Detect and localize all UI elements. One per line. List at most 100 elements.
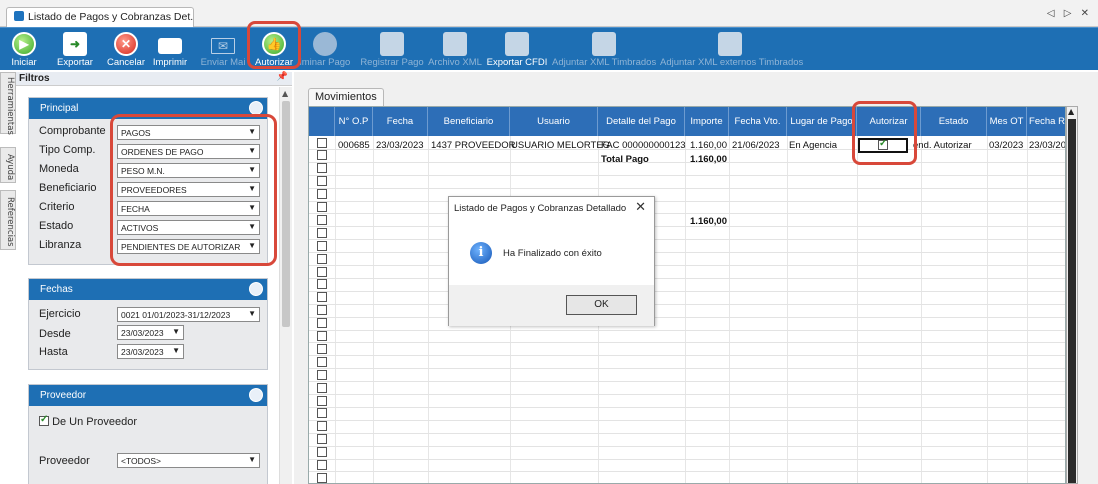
- row-divider: [309, 368, 1065, 370]
- proveedor-select[interactable]: <TODOS> ▼: [117, 453, 260, 468]
- dialog-message: Ha Finalizado con éxito: [503, 248, 602, 259]
- row-select-checkbox[interactable]: [317, 408, 327, 419]
- row-select-checkbox[interactable]: [317, 421, 327, 432]
- column-header[interactable]: N° O.P: [335, 107, 373, 136]
- row-select-checkbox[interactable]: [317, 163, 327, 174]
- scroll-up-icon[interactable]: ▲: [1068, 107, 1074, 116]
- row-select-checkbox[interactable]: [317, 202, 327, 212]
- window-controls[interactable]: ◁ ▷ ✕: [1047, 8, 1092, 19]
- column-header[interactable]: Beneficiario: [428, 107, 510, 136]
- desde-date-picker[interactable]: 23/03/2023 ▼: [117, 325, 184, 340]
- proveedor-label: Proveedor: [39, 455, 90, 467]
- pin-icon[interactable]: 📌: [277, 71, 288, 82]
- row-select-checkbox[interactable]: [317, 343, 327, 354]
- close-icon[interactable]: ✕: [635, 200, 646, 215]
- criterio-label: Criterio: [39, 201, 75, 213]
- row-select-checkbox[interactable]: [317, 395, 327, 406]
- side-tab-herramientas[interactable]: Herramientas: [0, 72, 16, 135]
- cell-fecha-r[interactable]: 23/03/20: [1029, 140, 1065, 151]
- scroll-thumb[interactable]: [282, 101, 290, 327]
- imprimir-button[interactable]: Imprimir: [150, 28, 190, 71]
- scroll-thumb[interactable]: [1068, 119, 1076, 483]
- column-header[interactable]: Fecha R: [1027, 107, 1065, 136]
- row-divider: [309, 303, 1065, 305]
- column-header[interactable]: Usuario: [510, 107, 598, 136]
- row-select-checkbox[interactable]: [317, 356, 327, 367]
- document-tab[interactable]: Listado de Pagos y Cobranzas Det...: [6, 7, 194, 27]
- enviar-mail-button[interactable]: ✉ Enviar Mai: [200, 28, 246, 71]
- de-un-proveedor-checkbox[interactable]: De Un Proveedor: [39, 414, 137, 428]
- row-divider: [309, 316, 1065, 318]
- filters-scrollbar[interactable]: ▲: [279, 87, 292, 484]
- hasta-date-picker[interactable]: 23/03/2023 ▼: [117, 344, 184, 359]
- eliminar-pago-button[interactable]: iminar Pago: [294, 28, 356, 71]
- row-divider: [309, 406, 1065, 408]
- cancel-icon: ✕: [114, 32, 138, 56]
- row-select-checkbox[interactable]: [317, 279, 327, 290]
- cell-beneficiario[interactable]: 1437 PROVEEDOR: [431, 140, 515, 151]
- column-header[interactable]: Importe: [685, 107, 729, 136]
- tab-movimientos[interactable]: Movimientos: [308, 88, 384, 106]
- column-header[interactable]: Lugar de Pago: [787, 107, 857, 136]
- row-select-checkbox[interactable]: [317, 189, 327, 200]
- registrar-pago-button[interactable]: Registrar Pago: [360, 28, 424, 71]
- adjuntar-xml-externos-button[interactable]: Adjuntar XML externos Timbrados: [660, 28, 803, 71]
- row-select-checkbox[interactable]: [317, 382, 327, 393]
- row-select-checkbox[interactable]: [317, 292, 327, 303]
- fechas-header: Fechas: [29, 279, 267, 300]
- row-select-checkbox[interactable]: [317, 266, 327, 277]
- cell-estado[interactable]: end. Autorizar: [913, 140, 986, 151]
- row-select-checkbox[interactable]: [317, 318, 327, 329]
- row-select-checkbox[interactable]: [317, 240, 327, 251]
- row-divider: [309, 200, 1065, 202]
- row-select-checkbox[interactable]: [317, 227, 327, 238]
- cell-mes-ot[interactable]: 03/2023: [989, 140, 1023, 151]
- column-header[interactable]: Detalle del Pago: [598, 107, 685, 136]
- row-select-checkbox[interactable]: [317, 331, 327, 341]
- iniciar-button[interactable]: ▶ Iniciar: [8, 28, 40, 71]
- row-divider: [309, 174, 1065, 176]
- row-select-checkbox[interactable]: [317, 460, 327, 470]
- row-select-checkbox[interactable]: [317, 137, 327, 148]
- collapse-icon[interactable]: [249, 101, 263, 115]
- column-header[interactable]: Fecha Vto.: [729, 107, 787, 136]
- cell-op[interactable]: 000685: [338, 140, 370, 151]
- tipo-comp-label: Tipo Comp.: [39, 144, 96, 156]
- row-divider: [309, 290, 1065, 292]
- side-tab-referencias[interactable]: Referencias: [0, 190, 16, 250]
- cancelar-button[interactable]: ✕ Cancelar: [106, 28, 146, 71]
- checkbox-checked-icon[interactable]: [39, 414, 49, 426]
- cell-importe[interactable]: 1.160,00: [687, 140, 727, 151]
- cell-lugar[interactable]: En Agencia: [789, 140, 837, 151]
- row-select-checkbox[interactable]: [317, 447, 327, 458]
- row-select-checkbox[interactable]: [317, 214, 327, 225]
- cell-usuario[interactable]: USUARIO MELORTEG: [511, 140, 610, 151]
- column-header[interactable]: Fecha: [373, 107, 428, 136]
- column-header[interactable]: Mes OT: [987, 107, 1027, 136]
- cell-fecha[interactable]: 23/03/2023: [376, 140, 424, 151]
- collapse-icon[interactable]: [249, 388, 263, 402]
- collapse-icon[interactable]: [249, 282, 263, 296]
- exportar-button[interactable]: ➜ Exportar: [52, 28, 98, 71]
- cell-detalle[interactable]: FAC 000000000123: [601, 140, 686, 151]
- row-divider: [309, 445, 1065, 447]
- row-select-checkbox[interactable]: [317, 253, 327, 264]
- row-select-checkbox[interactable]: [317, 305, 327, 316]
- grid-scrollbar[interactable]: ▲: [1066, 106, 1078, 484]
- adjuntar-xml-timbrados-button[interactable]: Adjuntar XML Timbrados: [552, 28, 656, 71]
- ok-button[interactable]: OK: [566, 295, 637, 315]
- row-select-checkbox[interactable]: [317, 472, 327, 483]
- row-select-checkbox[interactable]: [317, 176, 327, 187]
- exportar-cfdi-button[interactable]: Exportar CFDI: [486, 28, 548, 71]
- moneda-label: Moneda: [39, 163, 79, 175]
- row-select-checkbox[interactable]: [317, 150, 327, 161]
- row-select-checkbox[interactable]: [317, 369, 327, 380]
- row-select-checkbox[interactable]: [317, 434, 327, 445]
- ejercicio-select[interactable]: 0021 01/01/2023-31/12/2023 ▼: [117, 307, 260, 322]
- chevron-down-icon: ▼: [172, 327, 180, 336]
- column-header[interactable]: Estado: [921, 107, 987, 136]
- archivo-xml-button[interactable]: Archivo XML: [428, 28, 482, 71]
- scroll-up-icon[interactable]: ▲: [282, 89, 288, 98]
- side-tab-ayuda[interactable]: Ayuda: [0, 147, 16, 183]
- cell-fecha-vto[interactable]: 21/06/2023: [732, 140, 780, 151]
